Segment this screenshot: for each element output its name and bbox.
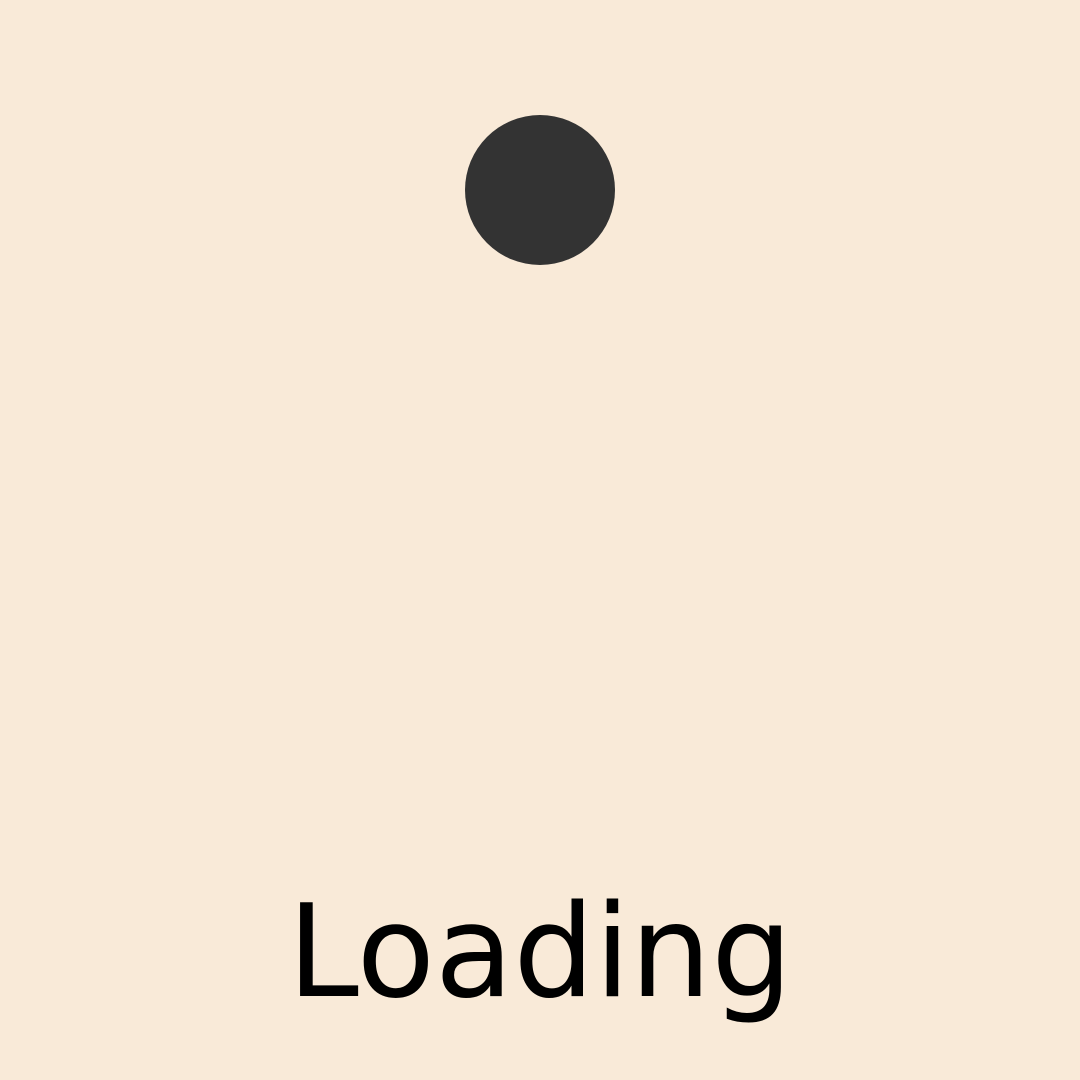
loading-screen: Loading [0,0,1080,1080]
loading-label: Loading [287,878,793,1027]
loading-dot-indicator [465,115,615,265]
